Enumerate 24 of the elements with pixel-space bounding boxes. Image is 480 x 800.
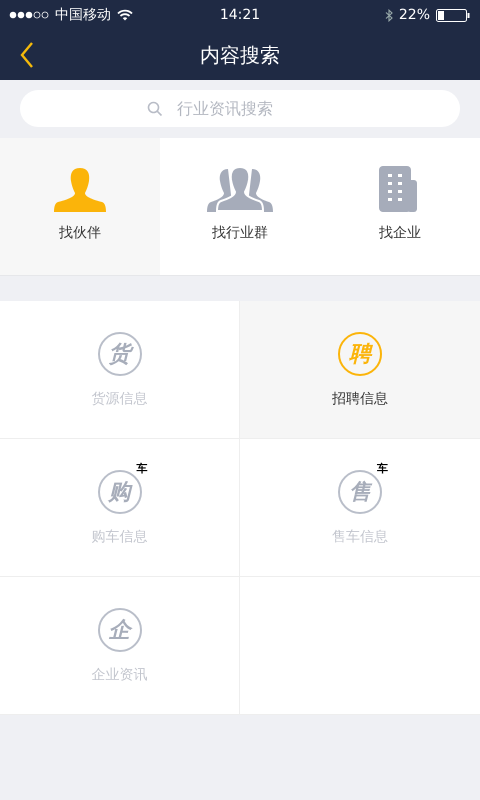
category-badge: 货 <box>98 332 142 376</box>
badge-superscript: 车 <box>136 462 148 474</box>
badge-superscript: 车 <box>377 462 388 474</box>
battery-icon <box>436 8 470 22</box>
category-item[interactable]: 购 车 购车信息 <box>0 439 240 577</box>
bluetooth-icon <box>384 8 393 22</box>
person-icon <box>54 166 106 212</box>
back-button[interactable] <box>20 41 34 69</box>
signal-icon <box>9 11 49 19</box>
status-time: 14:21 <box>220 7 260 23</box>
wifi-icon <box>117 9 133 21</box>
finder-tab[interactable]: 找企业 <box>320 138 480 275</box>
category-item[interactable]: 售 车 售车信息 <box>240 439 480 577</box>
finder-tab[interactable]: 找伙伴 <box>0 138 160 275</box>
category-badge: 聘 <box>338 332 382 376</box>
search-icon <box>147 101 163 117</box>
finder-tab[interactable]: 找行业群 <box>160 138 320 275</box>
search-field[interactable]: 行业资讯搜索 <box>20 90 460 127</box>
carrier-name: 中国移动 <box>55 6 111 24</box>
category-item[interactable]: 聘 招聘信息 <box>240 301 480 439</box>
page-title: 内容搜索 <box>200 42 280 68</box>
battery-percent: 22% <box>398 7 430 23</box>
category-badge: 企 <box>98 608 142 652</box>
group-icon <box>207 166 273 212</box>
